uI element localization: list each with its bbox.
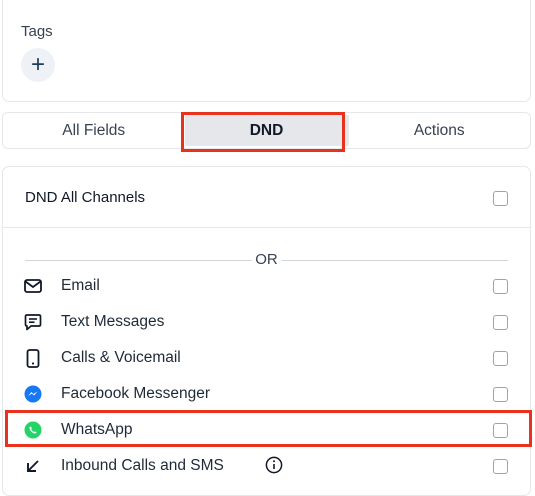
dnd-all-channels-label: DND All Channels [25,189,146,206]
tab-bar: All Fields DND Actions [2,112,531,149]
channel-checkbox-calls-voicemail[interactable] [493,351,508,366]
info-icon[interactable] [265,456,283,474]
channel-row-email: Email [3,270,530,302]
dnd-all-channels-row: DND All Channels [3,167,530,228]
channel-label-whatsapp: WhatsApp [61,421,133,438]
channel-checkbox-whatsapp[interactable] [493,423,508,438]
channel-checkbox-inbound-calls-sms[interactable] [493,459,508,474]
dnd-card: DND All Channels OR Email Text Messages … [2,166,531,496]
or-separator: OR [25,251,508,271]
channel-label-inbound-calls-sms: Inbound Calls and SMS [61,457,224,474]
tab-all-fields[interactable]: All Fields [3,113,185,148]
channel-label-email: Email [61,277,100,294]
tab-actions-label: Actions [413,121,465,139]
channel-checkbox-text-messages[interactable] [493,315,508,330]
tab-dnd[interactable]: DND [184,115,349,146]
message-icon [24,313,42,331]
tab-actions[interactable]: Actions [349,113,531,148]
channel-checkbox-email[interactable] [493,279,508,294]
channel-row-text-messages: Text Messages [3,306,530,338]
tab-all-fields-label: All Fields [62,121,126,139]
envelope-icon [24,277,42,295]
tab-dnd-label: DND [249,121,284,139]
add-tag-button[interactable]: + [21,48,55,82]
channel-label-calls-voicemail: Calls & Voicemail [61,349,181,366]
channel-row-calls-voicemail: Calls & Voicemail [3,342,530,374]
plus-icon: + [30,51,45,78]
channel-row-facebook-messenger: Facebook Messenger [3,378,530,410]
phone-icon [24,348,42,368]
tags-card: Tags + [2,0,531,102]
channel-checkbox-facebook-messenger[interactable] [493,387,508,402]
or-label: OR [251,251,282,268]
dnd-all-channels-checkbox[interactable] [493,191,508,206]
tags-label: Tags [21,23,53,40]
whatsapp-icon [24,421,42,439]
channel-label-facebook-messenger: Facebook Messenger [61,385,211,402]
arrow-down-left-icon [24,457,42,475]
channel-row-inbound-calls-sms: Inbound Calls and SMS [3,450,530,482]
channel-row-whatsapp: WhatsApp [3,414,530,446]
messenger-icon [24,385,42,403]
channel-label-text-messages: Text Messages [61,313,165,330]
